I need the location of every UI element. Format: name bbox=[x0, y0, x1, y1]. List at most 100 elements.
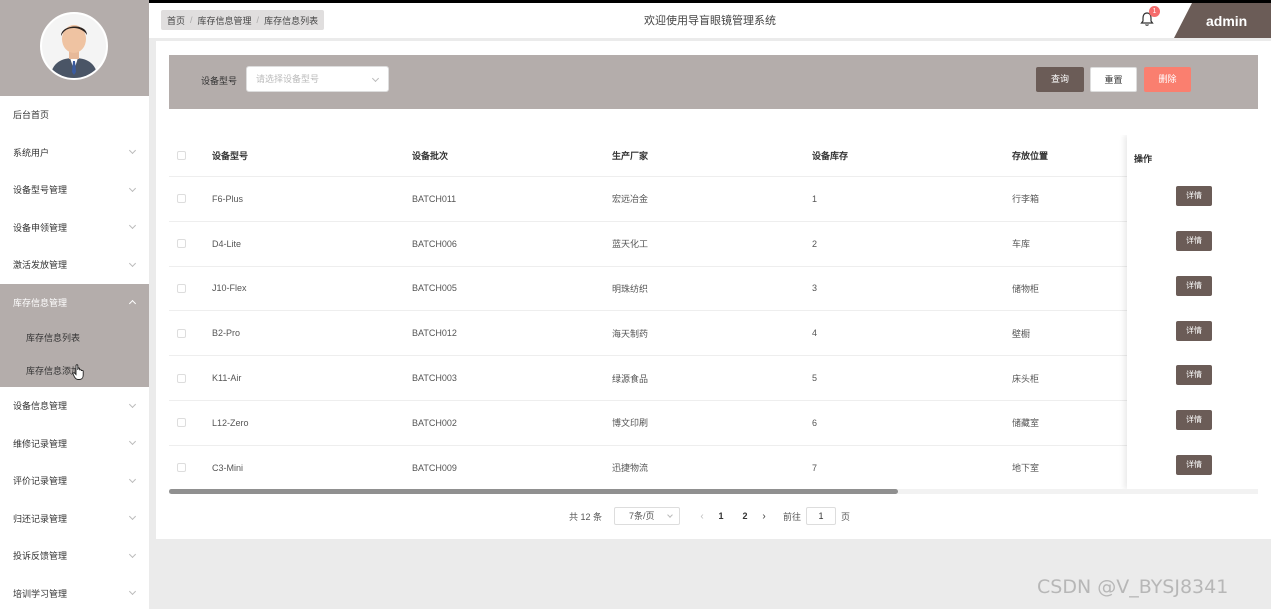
cell-batch: BATCH011 bbox=[412, 193, 457, 204]
column-header: 设备批次 bbox=[412, 151, 449, 161]
sidebar-item-review[interactable]: 评价记录管理 bbox=[0, 462, 149, 500]
scrollbar-thumb[interactable] bbox=[169, 489, 898, 494]
main-content: 设备型号 请选择设备型号 查询 重置 删除 设备型号 设备批次 生产厂家 设备库… bbox=[156, 41, 1271, 539]
sidebar-item-label: 维修记录管理 bbox=[13, 438, 68, 449]
sidebar-item-label: 设备型号管理 bbox=[13, 185, 68, 196]
cell-model: K11-Air bbox=[212, 373, 242, 384]
row-checkbox[interactable] bbox=[177, 283, 186, 293]
row-checkbox[interactable] bbox=[177, 373, 186, 383]
sidebar-item-return[interactable]: 归还记录管理 bbox=[0, 500, 149, 538]
sidebar-item-activation[interactable]: 激活发放管理 bbox=[0, 246, 149, 284]
cell-location: 储物柜 bbox=[1012, 283, 1040, 294]
sidebar-menu: 后台首页 系统用户 设备型号管理 设备申领管理 激活发放管理 库存信息管理 库存… bbox=[0, 96, 149, 609]
cell-stock: 5 bbox=[812, 373, 818, 384]
detail-button[interactable]: 详情 bbox=[1176, 410, 1212, 430]
sidebar-item-device-model[interactable]: 设备型号管理 bbox=[0, 171, 149, 209]
sidebar-item-label: 培训学习管理 bbox=[13, 588, 68, 599]
sidebar-item-inventory[interactable]: 库存信息管理 bbox=[0, 283, 149, 321]
sidebar-item-system-users[interactable]: 系统用户 bbox=[0, 134, 149, 172]
chevron-down-icon bbox=[128, 400, 137, 408]
sidebar-item-repair[interactable]: 维修记录管理 bbox=[0, 425, 149, 463]
cell-model: B2-Pro bbox=[212, 328, 241, 339]
column-header: 生产厂家 bbox=[612, 151, 649, 161]
user-menu[interactable]: admin bbox=[1174, 3, 1271, 38]
cell-location: 地下室 bbox=[1012, 463, 1040, 474]
sidebar-item-training[interactable]: 培训学习管理 bbox=[0, 575, 149, 609]
sidebar-item-label: 设备申领管理 bbox=[13, 222, 68, 233]
detail-button[interactable]: 详情 bbox=[1176, 455, 1212, 475]
pagination-total: 共 12 条 bbox=[569, 511, 603, 522]
row-checkbox[interactable] bbox=[177, 418, 186, 428]
cell-manufacturer: 宏远冶金 bbox=[612, 194, 649, 205]
chevron-down-icon bbox=[667, 512, 673, 518]
select-all-checkbox[interactable] bbox=[177, 151, 186, 160]
sidebar-item-label: 系统用户 bbox=[13, 147, 50, 158]
username: admin bbox=[1206, 12, 1248, 29]
goto-suffix: 页 bbox=[841, 511, 851, 522]
cell-manufacturer: 海天制药 bbox=[612, 328, 649, 339]
cell-manufacturer: 迅捷物流 bbox=[612, 463, 649, 474]
cell-batch: BATCH002 bbox=[412, 417, 457, 428]
sidebar-item-device-info[interactable]: 设备信息管理 bbox=[0, 387, 149, 425]
chevron-down-icon bbox=[128, 513, 137, 521]
hand-cursor-icon bbox=[72, 364, 84, 380]
sidebar-item-complaint[interactable]: 投诉反馈管理 bbox=[0, 537, 149, 575]
device-model-select[interactable]: 请选择设备型号 bbox=[246, 66, 389, 92]
sidebar-item-label: 评价记录管理 bbox=[13, 476, 68, 487]
cell-stock: 3 bbox=[812, 283, 818, 294]
detail-button[interactable]: 详情 bbox=[1176, 276, 1212, 296]
cell-model: J10-Flex bbox=[212, 283, 247, 294]
table-row: F6-Plus BATCH011 宏远冶金 1 行李箱 bbox=[169, 177, 1258, 222]
detail-button[interactable]: 详情 bbox=[1176, 186, 1212, 206]
chevron-up-icon bbox=[128, 300, 137, 308]
cell-stock: 7 bbox=[812, 462, 818, 473]
sidebar-item-device-claim[interactable]: 设备申领管理 bbox=[0, 209, 149, 247]
detail-button[interactable]: 详情 bbox=[1176, 321, 1212, 341]
detail-button[interactable]: 详情 bbox=[1176, 231, 1212, 251]
cell-location: 车库 bbox=[1012, 239, 1031, 250]
operation-column: 操作 详情 详情 详情 详情 详情 详情 详情 bbox=[1127, 135, 1258, 489]
avatar[interactable] bbox=[40, 12, 108, 80]
page-title: 欢迎使用导盲眼镜管理系统 bbox=[644, 15, 776, 27]
chevron-down-icon bbox=[128, 550, 137, 558]
horizontal-scrollbar[interactable] bbox=[169, 489, 1258, 494]
detail-button[interactable]: 详情 bbox=[1176, 365, 1212, 385]
page-size-select[interactable]: 7条/页 bbox=[614, 507, 681, 525]
cell-model: L12-Zero bbox=[212, 417, 249, 428]
table-row: L12-Zero BATCH002 博文印刷 6 储藏室 bbox=[169, 401, 1258, 446]
chevron-down-icon bbox=[128, 438, 137, 446]
page-number-1[interactable]: 1 bbox=[709, 511, 733, 521]
goto-page-input[interactable]: 1 bbox=[806, 507, 837, 525]
cell-location: 储藏室 bbox=[1012, 418, 1040, 429]
search-bar: 设备型号 请选择设备型号 查询 重置 删除 bbox=[169, 55, 1258, 109]
row-checkbox[interactable] bbox=[177, 194, 186, 204]
delete-button[interactable]: 删除 bbox=[1144, 67, 1191, 92]
goto-label: 前往 bbox=[783, 511, 802, 522]
sidebar-item-label: 后台首页 bbox=[13, 110, 50, 121]
row-checkbox[interactable] bbox=[177, 239, 186, 249]
sidebar-item-label: 归还记录管理 bbox=[13, 513, 68, 524]
cell-model: C3-Mini bbox=[212, 462, 244, 473]
sidebar-item-label: 设备信息管理 bbox=[13, 401, 68, 412]
row-checkbox[interactable] bbox=[177, 463, 186, 473]
reset-button[interactable]: 重置 bbox=[1090, 67, 1137, 92]
next-page-icon[interactable]: › bbox=[757, 511, 771, 522]
page-number-2[interactable]: 2 bbox=[733, 511, 757, 521]
cell-manufacturer: 博文印刷 bbox=[612, 418, 649, 429]
table-row: C3-Mini BATCH009 迅捷物流 7 地下室 bbox=[169, 446, 1258, 491]
pagination: 共 12 条 7条/页 ‹ 1 2 › 前往 1 页 bbox=[569, 507, 850, 525]
chevron-down-icon bbox=[128, 147, 137, 155]
cell-manufacturer: 明珠纺织 bbox=[612, 283, 649, 294]
submenu-item-label: 库存信息列表 bbox=[26, 333, 81, 343]
row-checkbox[interactable] bbox=[177, 328, 186, 338]
prev-page-icon[interactable]: ‹ bbox=[695, 511, 709, 522]
cell-batch: BATCH005 bbox=[412, 283, 457, 294]
avatar-image bbox=[42, 14, 106, 78]
query-button[interactable]: 查询 bbox=[1036, 67, 1084, 92]
submenu-item-inventory-list[interactable]: 库存信息列表 bbox=[0, 321, 149, 354]
table-row: B2-Pro BATCH012 海天制药 4 壁橱 bbox=[169, 311, 1258, 357]
column-header: 存放位置 bbox=[1012, 151, 1049, 161]
sidebar-item-home[interactable]: 后台首页 bbox=[0, 96, 149, 134]
column-header: 设备库存 bbox=[812, 151, 849, 161]
cell-batch: BATCH009 bbox=[412, 462, 457, 473]
